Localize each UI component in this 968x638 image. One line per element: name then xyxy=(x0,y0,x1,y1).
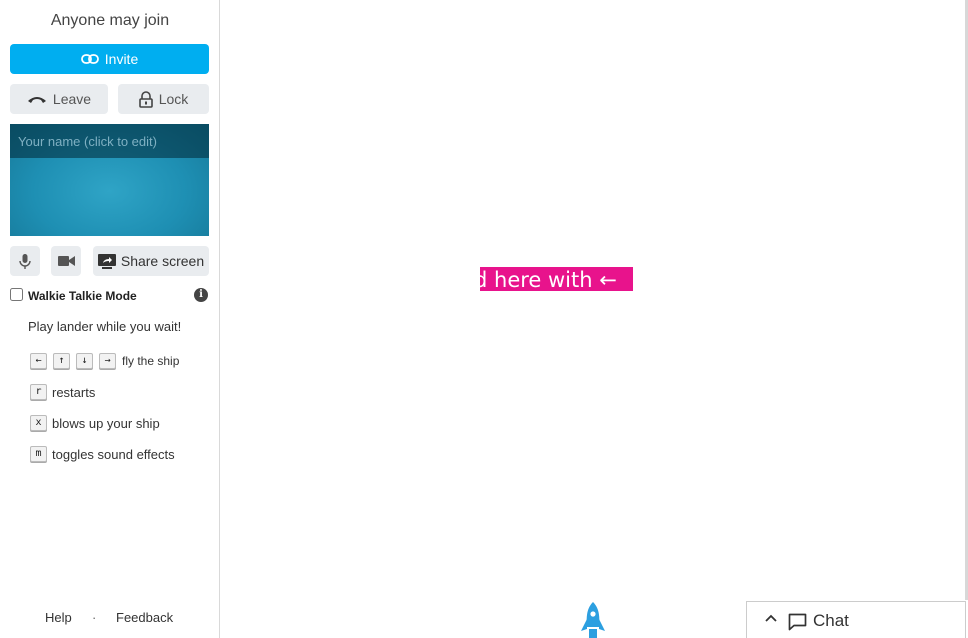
feedback-link[interactable]: Feedback xyxy=(116,610,173,625)
lock-button[interactable]: Lock xyxy=(118,84,209,114)
chevron-up-icon xyxy=(765,614,777,622)
key-row-blowup: x blows up your ship xyxy=(30,415,160,431)
microphone-icon xyxy=(19,253,31,269)
sidebar: Anyone may join Invite Leave Lock Your n… xyxy=(0,0,220,638)
r-key: r xyxy=(30,384,47,400)
arrow-keys-row: ← ↑ ↓ → fly the ship xyxy=(30,353,179,369)
chat-toggle[interactable]: Chat xyxy=(746,601,966,638)
walkie-talkie-label: Walkie Talkie Mode xyxy=(28,289,137,303)
right-arrow-key: → xyxy=(99,353,116,369)
phone-hangup-icon xyxy=(27,97,46,103)
leave-label: Leave xyxy=(52,91,92,107)
m-key: m xyxy=(30,446,47,462)
restart-instruction: restarts xyxy=(52,384,96,400)
invite-label: Invite xyxy=(104,51,139,67)
leave-button[interactable]: Leave xyxy=(10,84,108,114)
rocket-ship-icon xyxy=(581,602,605,638)
walkie-talkie-checkbox[interactable] xyxy=(10,288,23,301)
game-stage[interactable] xyxy=(221,0,966,638)
key-row-restart: r restarts xyxy=(30,384,95,400)
name-bar[interactable]: Your name (click to edit) xyxy=(10,124,209,158)
info-icon[interactable]: i xyxy=(194,288,208,302)
left-arrow-key: ← xyxy=(30,353,47,369)
x-key: x xyxy=(30,415,47,431)
lock-label: Lock xyxy=(158,91,189,107)
camera-button[interactable] xyxy=(51,246,81,276)
fly-instruction: fly the ship xyxy=(122,354,180,368)
sound-instruction: toggles sound effects xyxy=(52,446,175,462)
share-screen-label: Share screen xyxy=(120,253,205,269)
self-video-preview: Your name (click to edit) xyxy=(10,124,209,236)
footer-separator: · xyxy=(92,610,97,625)
invite-button[interactable]: Invite xyxy=(10,44,209,74)
microphone-button[interactable] xyxy=(10,246,40,276)
up-arrow-key: ↑ xyxy=(53,353,70,369)
walkie-talkie-option: Walkie Talkie Mode i xyxy=(10,288,210,304)
name-input[interactable]: Your name (click to edit) xyxy=(18,134,157,149)
lock-icon xyxy=(138,90,153,108)
room-status: Anyone may join xyxy=(50,12,170,29)
video-camera-icon xyxy=(57,256,75,266)
game-intro: Play lander while you wait! xyxy=(28,319,182,334)
share-screen-icon xyxy=(97,253,116,269)
down-arrow-key: ↓ xyxy=(76,353,93,369)
share-screen-button[interactable]: Share screen xyxy=(93,246,209,276)
link-icon xyxy=(80,54,99,64)
key-row-sound: m toggles sound effects xyxy=(30,446,175,462)
scrolling-banner: d here with ← xyxy=(480,267,633,291)
banner-text: d here with ← xyxy=(480,268,617,291)
chat-label: Chat xyxy=(813,611,849,630)
help-link[interactable]: Help xyxy=(45,610,72,625)
blowup-instruction: blows up your ship xyxy=(52,415,160,431)
chat-bubble-icon xyxy=(788,613,807,631)
